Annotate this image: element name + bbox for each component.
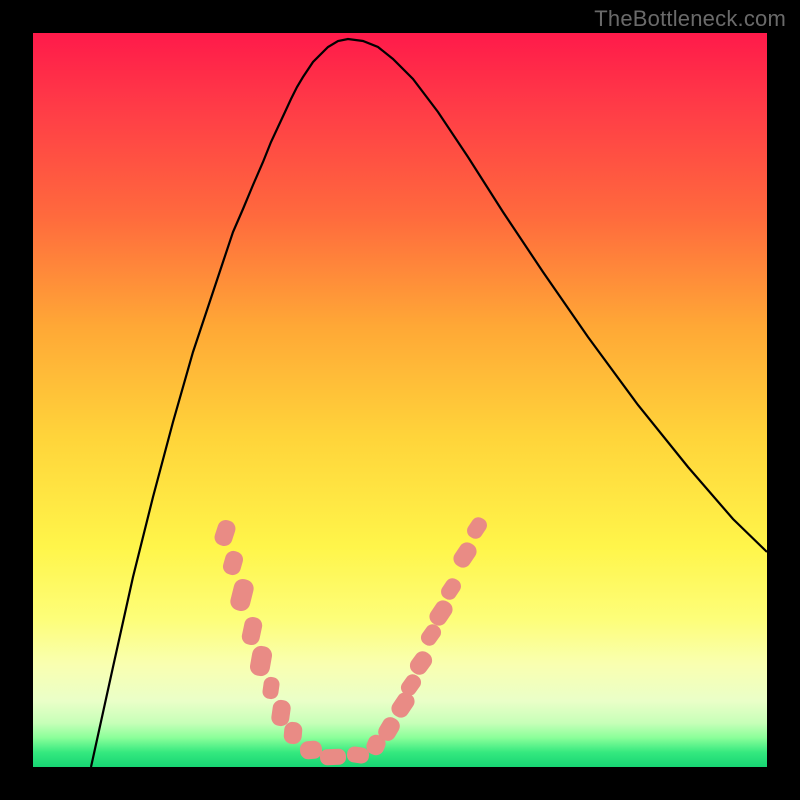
data-marker (249, 644, 274, 677)
data-marker (438, 575, 464, 602)
data-marker (228, 577, 255, 613)
data-marker (346, 746, 370, 765)
outer-frame: TheBottleneck.com (0, 0, 800, 800)
data-marker (270, 699, 291, 727)
data-marker (262, 676, 281, 700)
data-marker (464, 514, 490, 541)
data-marker (212, 518, 237, 548)
data-marker (450, 539, 479, 571)
data-marker (426, 597, 455, 629)
data-marker (407, 648, 436, 678)
data-marker (283, 721, 303, 744)
data-marker (299, 740, 322, 760)
data-marker (240, 615, 263, 646)
chart-svg (33, 33, 767, 767)
markers-group (212, 514, 489, 765)
data-marker (320, 749, 347, 766)
watermark-text: TheBottleneck.com (594, 6, 786, 32)
data-marker (221, 549, 245, 577)
plot-area (33, 33, 767, 767)
